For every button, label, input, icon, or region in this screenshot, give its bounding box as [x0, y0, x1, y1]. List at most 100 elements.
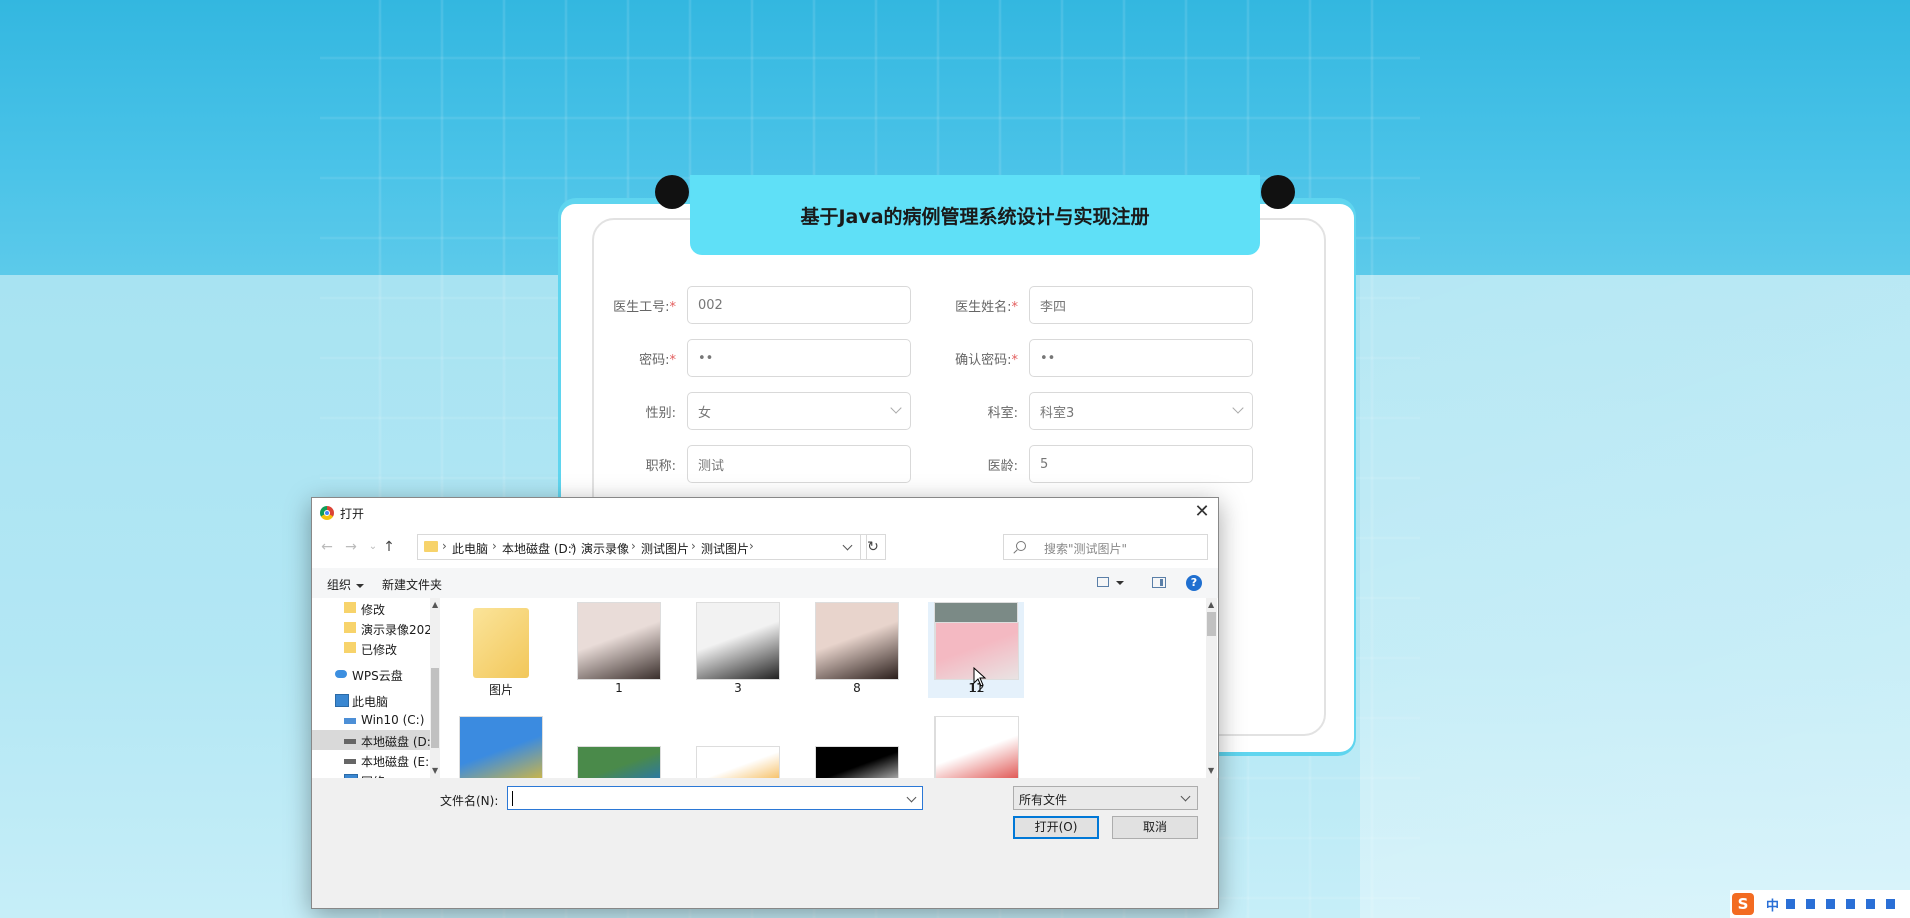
file-name: 8	[853, 681, 861, 695]
navigation-scrollbar[interactable]: ▲ ▼	[430, 598, 440, 778]
breadcrumb-item[interactable]: 此电脑	[452, 540, 488, 557]
filetype-value: 所有文件	[1019, 793, 1068, 807]
ime-tool-icons[interactable]	[1786, 899, 1896, 909]
field-input[interactable]: ••	[687, 339, 911, 377]
field-label-text: 医生姓名	[955, 300, 1008, 315]
field-label-text: 科室	[987, 406, 1014, 421]
address-dropdown-icon[interactable]	[837, 534, 859, 560]
organize-button[interactable]: 组织	[327, 576, 365, 593]
file-item[interactable]	[571, 716, 667, 778]
cloud-icon	[335, 670, 347, 678]
image-thumbnail	[935, 716, 1019, 778]
sidebar-item[interactable]: 演示录像2023	[312, 618, 440, 638]
up-arrow-icon[interactable]: ↑	[380, 536, 398, 558]
dialog-footer: 文件名(N): 所有文件 打开(O) 取消	[312, 778, 1218, 908]
folder-icon	[344, 602, 356, 613]
sidebar-item[interactable]: 已修改	[312, 638, 430, 658]
help-icon[interactable]: ?	[1186, 575, 1202, 591]
sidebar-item[interactable]: WPS云盘	[312, 664, 430, 684]
field-label-text: 密码	[639, 353, 666, 368]
close-icon[interactable]: ✕	[1192, 502, 1212, 522]
sidebar-item[interactable]: 修改	[312, 598, 430, 618]
field-input[interactable]: ••	[1029, 339, 1253, 377]
ime-mode-indicator[interactable]: 中	[1766, 895, 1779, 914]
card-ear-right	[1261, 175, 1295, 209]
image-thumbnail	[815, 602, 899, 680]
filetype-select[interactable]: 所有文件	[1013, 786, 1198, 810]
file-list-scrollbar[interactable]: ▲ ▼	[1206, 598, 1217, 778]
page-title: 基于Java的病例管理系统设计与实现注册	[800, 205, 1150, 228]
sidebar-item-label: Win10 (C:)	[361, 713, 425, 727]
field-label-text: 确认密码	[955, 353, 1008, 368]
open-button[interactable]: 打开(O)	[1013, 816, 1099, 839]
field-select[interactable]: 女	[687, 392, 911, 430]
breadcrumb-item[interactable]: 测试图片	[701, 540, 749, 557]
sogou-ime-icon[interactable]: S	[1732, 893, 1754, 915]
field-value: ••	[1040, 350, 1056, 366]
search-icon	[1016, 541, 1026, 551]
sidebar-item[interactable]: 本地磁盘 (E:)	[312, 750, 434, 770]
field-input[interactable]: 李四	[1029, 286, 1253, 324]
scroll-down-icon[interactable]: ▼	[432, 766, 438, 775]
sidebar-item[interactable]: Win10 (C:)	[312, 710, 430, 730]
file-item[interactable]	[929, 716, 1025, 778]
mouse-cursor-icon	[973, 667, 987, 687]
field-input[interactable]: 测试	[687, 445, 911, 483]
breadcrumb-separator: ›	[442, 539, 447, 553]
file-item[interactable]	[690, 716, 786, 778]
required-mark: *	[1011, 353, 1019, 368]
sidebar-item[interactable]: 本地磁盘 (D:)	[312, 730, 435, 750]
cancel-button[interactable]: 取消	[1112, 816, 1198, 839]
filename-input[interactable]	[507, 786, 923, 810]
file-item[interactable]	[809, 716, 905, 778]
field-select[interactable]: 科室3	[1029, 392, 1253, 430]
scroll-up-icon[interactable]: ▲	[432, 600, 438, 609]
chevron-down-icon[interactable]	[1116, 581, 1124, 585]
refresh-icon[interactable]: ↻	[860, 534, 886, 560]
sidebar-item[interactable]: 此电脑	[312, 690, 430, 710]
address-bar[interactable]: › 此电脑 › 本地磁盘 (D:) › 演示录像 › 测试图片 › 测试图片 ›	[417, 534, 867, 560]
folder-icon	[344, 642, 356, 653]
chevron-down-icon	[1180, 791, 1191, 802]
file-name: 3	[734, 681, 742, 695]
back-arrow-icon[interactable]: ←	[318, 536, 336, 558]
scroll-down-icon[interactable]: ▼	[1208, 766, 1214, 775]
image-thumbnail	[815, 746, 899, 778]
field-label: 性别:	[606, 402, 676, 421]
scrollbar-thumb[interactable]	[1207, 612, 1216, 636]
field-input[interactable]: 5	[1029, 445, 1253, 483]
file-item[interactable]: 8	[809, 602, 905, 698]
field-value: 李四	[1040, 299, 1067, 315]
sidebar-item-label: 修改	[361, 603, 386, 617]
register-title-tab: 基于Java的病例管理系统设计与实现注册	[690, 175, 1260, 255]
filename-label: 文件名(N):	[440, 794, 499, 808]
sidebar-item[interactable]: 网络	[312, 770, 430, 778]
drive-icon	[344, 759, 356, 764]
breadcrumb-item[interactable]: 本地磁盘 (D:)	[502, 540, 576, 557]
new-folder-button[interactable]: 新建文件夹	[382, 576, 442, 593]
dialog-titlebar[interactable]: 打开 ✕	[312, 498, 1218, 528]
dialog-toolbar: 组织 新建文件夹 ?	[312, 568, 1218, 598]
sidebar-item-label: 此电脑	[352, 695, 389, 709]
breadcrumb-item[interactable]: 测试图片	[641, 540, 689, 557]
view-mode-icon[interactable]	[1097, 577, 1109, 587]
file-item[interactable]	[453, 716, 549, 778]
search-placeholder: 搜索"测试图片"	[1044, 542, 1128, 556]
sidebar-item-label: 本地磁盘 (E:)	[361, 755, 434, 769]
file-item[interactable]: 3	[690, 602, 786, 698]
required-mark: *	[669, 300, 677, 315]
dialog-title: 打开	[340, 507, 365, 521]
forward-arrow-icon[interactable]: →	[342, 536, 360, 558]
breadcrumb-item[interactable]: 演示录像	[581, 540, 629, 557]
folder-item[interactable]: 图片	[453, 602, 549, 698]
text-caret	[512, 791, 513, 806]
scroll-up-icon[interactable]: ▲	[1208, 600, 1214, 609]
preview-pane-icon[interactable]	[1152, 577, 1166, 588]
scrollbar-thumb[interactable]	[431, 668, 439, 748]
field-input[interactable]: 002	[687, 286, 911, 324]
sidebar-item-label: WPS云盘	[352, 669, 403, 683]
file-item[interactable]: 1	[571, 602, 667, 698]
background-glare	[1360, 275, 1910, 918]
image-thumbnail	[577, 602, 661, 680]
search-box[interactable]: 搜索"测试图片"	[1003, 534, 1208, 560]
